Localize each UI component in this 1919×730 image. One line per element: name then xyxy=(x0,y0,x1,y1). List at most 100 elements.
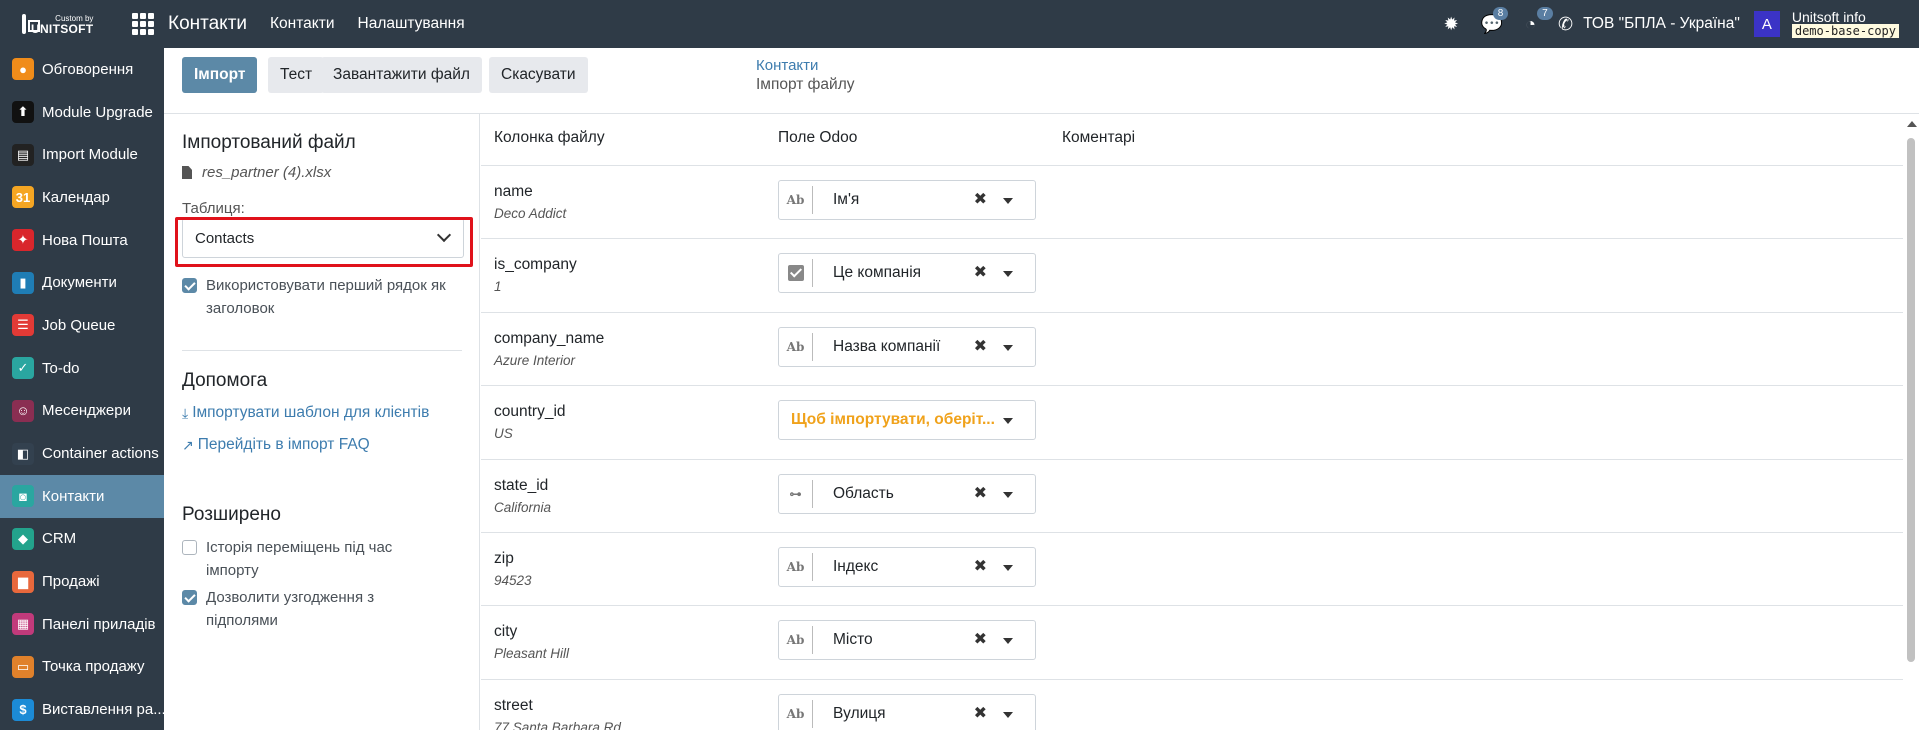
sidebar-item-todo[interactable]: ✓ To-do xyxy=(0,347,164,390)
top-menu-settings[interactable]: Налаштування xyxy=(358,15,465,33)
company-switcher[interactable]: ТОВ "БПЛА - Україна" xyxy=(1583,15,1740,33)
sidebar-item-container[interactable]: ◧ Container actions xyxy=(0,432,164,475)
allow-subfields-checkbox[interactable]: Дозволити узгодження з підполями xyxy=(182,586,442,632)
brand-logo[interactable]: Custom by UNITSOFT xyxy=(0,0,93,48)
checkbox-checked-icon[interactable] xyxy=(182,590,197,605)
clear-icon[interactable]: ✖ xyxy=(974,629,987,649)
sidebar-item-dashboards[interactable]: ▦ Панелі приладів xyxy=(0,603,164,646)
test-button[interactable]: Тест xyxy=(268,57,325,93)
load-file-button[interactable]: Завантажити файл xyxy=(321,57,482,93)
top-navbar: Custom by UNITSOFT Контакти Контакти Нал… xyxy=(0,0,1919,48)
file-column-sample: California xyxy=(494,499,552,515)
caret-down-icon[interactable] xyxy=(1003,344,1013,351)
odoo-field-select[interactable]: Щоб імпортувати, оберіт... xyxy=(778,400,1036,441)
checkbox-unchecked-icon[interactable] xyxy=(182,540,197,555)
phone-icon[interactable]: ✆ xyxy=(1558,14,1573,35)
clear-icon[interactable]: ✖ xyxy=(974,262,987,282)
scrollbar-thumb[interactable] xyxy=(1907,138,1915,662)
imported-file-title: Імпортований файл xyxy=(182,132,356,153)
table-row: name Deco Addict Ab Ім'я ✖ xyxy=(481,165,1903,238)
table-row: zip 94523 Ab Індекс ✖ xyxy=(481,532,1903,605)
odoo-field-label: Вулиця xyxy=(833,704,886,722)
odoo-field-select[interactable]: Це компанія ✖ xyxy=(778,253,1036,294)
file-column-sample: Pleasant Hill xyxy=(494,646,570,662)
caret-down-icon[interactable] xyxy=(1003,491,1013,498)
header-odoo-field: Поле Odoo xyxy=(778,129,858,146)
odoo-field-select[interactable]: Ab Назва компанії ✖ xyxy=(778,326,1036,367)
checkbox-checked-icon[interactable] xyxy=(182,278,197,293)
cancel-button[interactable]: Скасувати xyxy=(489,57,588,93)
sidebar-item-documents[interactable]: ▮ Документи xyxy=(0,261,164,304)
caret-down-icon[interactable] xyxy=(1003,711,1013,718)
advanced-title: Розширено xyxy=(182,504,281,525)
nova-poshta-icon: ✦ xyxy=(12,229,34,252)
messages-icon[interactable]: 💬 8 xyxy=(1481,6,1509,35)
caret-down-icon[interactable] xyxy=(1003,198,1013,204)
odoo-field-label: Це компанія xyxy=(833,264,922,282)
apps-menu-icon[interactable] xyxy=(132,13,154,35)
sidebar-item-invoicing[interactable]: $ Виставлення ра... xyxy=(0,688,164,730)
file-column-sample: 1 xyxy=(494,279,502,295)
sidebar-item-nova-poshta[interactable]: ✦ Нова Пошта xyxy=(0,219,164,262)
user-menu[interactable]: Unitsoft info demo-base-copy xyxy=(1791,10,1899,38)
sidebar-item-calendar[interactable]: 31 Календар xyxy=(0,176,164,219)
table-select[interactable]: Contacts xyxy=(182,218,464,258)
app-title[interactable]: Контакти xyxy=(168,13,247,35)
external-link-icon: ↗ xyxy=(182,436,194,453)
documents-icon: ▮ xyxy=(12,271,34,294)
first-row-header-checkbox[interactable]: Використовувати перший рядок як заголово… xyxy=(182,274,472,320)
clear-icon[interactable]: ✖ xyxy=(974,556,987,576)
vertical-scrollbar[interactable] xyxy=(1903,114,1919,730)
scroll-up-icon[interactable] xyxy=(1907,121,1917,127)
mapping-table: Колонка файлу Поле Odoo Коментарі name De… xyxy=(481,114,1903,730)
sidebar-item-sales[interactable]: ▆ Продажі xyxy=(0,560,164,603)
sidebar-item-pos[interactable]: ▭ Точка продажу xyxy=(0,646,164,689)
sidebar-item-import-module[interactable]: ▤ Import Module xyxy=(0,133,164,176)
file-column-name: is_company xyxy=(494,256,577,274)
filename-text: res_partner (4).xlsx xyxy=(202,164,332,181)
sidebar-item-discuss[interactable]: ● Обговорення xyxy=(0,48,164,91)
odoo-field-label: Область xyxy=(833,484,894,502)
sidebar-item-label: Контакти xyxy=(42,487,105,505)
clear-icon[interactable]: ✖ xyxy=(974,483,987,503)
bug-icon[interactable]: ✹ xyxy=(1444,14,1459,35)
brand-text: Custom by UNITSOFT xyxy=(31,14,93,35)
clear-icon[interactable]: ✖ xyxy=(974,336,987,356)
sidebar-item-crm[interactable]: ◆ CRM xyxy=(0,518,164,561)
sidebar-item-upload[interactable]: ⬆ Module Upgrade xyxy=(0,91,164,134)
odoo-field-select[interactable]: ⊶ Область ✖ xyxy=(778,473,1036,514)
track-history-checkbox[interactable]: Історія переміщень під час імпорту xyxy=(182,536,442,582)
sidebar-item-label: Месенджери xyxy=(42,402,131,420)
file-icon xyxy=(182,166,192,179)
file-column-sample: US xyxy=(494,426,513,442)
clear-icon[interactable]: ✖ xyxy=(974,703,987,723)
boolean-icon xyxy=(779,259,813,288)
activities-badge: 7 xyxy=(1537,6,1553,20)
breadcrumb-parent[interactable]: Контакти xyxy=(756,57,818,74)
caret-down-icon[interactable] xyxy=(1003,638,1013,645)
sidebar-item-messengers[interactable]: ☺ Месенджери xyxy=(0,390,164,433)
import-options-panel: Імпортований файл res_partner (4).xlsx Т… xyxy=(164,114,480,730)
clear-icon[interactable]: ✖ xyxy=(974,189,987,209)
caret-down-icon[interactable] xyxy=(1003,418,1013,425)
caret-down-icon[interactable] xyxy=(1003,271,1013,278)
sidebar-item-label: CRM xyxy=(42,530,77,548)
odoo-field-select[interactable]: Ab Ім'я ✖ xyxy=(778,180,1036,220)
odoo-field-select[interactable]: Ab Вулиця ✖ xyxy=(778,693,1036,730)
template-download-link[interactable]: ⤓ Імпортувати шаблон для клієнтів xyxy=(182,404,429,422)
caret-down-icon[interactable] xyxy=(1003,565,1013,571)
import-button[interactable]: Імпорт xyxy=(182,57,258,93)
sidebar-item-contacts[interactable]: ◙ Контакти xyxy=(0,474,164,518)
avatar[interactable]: A xyxy=(1753,11,1780,37)
allow-subfields-label: Дозволити узгодження з підполями xyxy=(206,589,375,629)
odoo-field-warning: Щоб імпортувати, оберіт... xyxy=(791,411,995,429)
odoo-field-select[interactable]: Ab Індекс ✖ xyxy=(778,547,1036,587)
import-faq-link[interactable]: ↗ Перейдіть в імпорт FAQ xyxy=(182,436,370,454)
navbar-systray: ✹ 💬 8 ◔ 7 ✆ ТОВ "БПЛА - Україна" A Unitsof… xyxy=(1444,0,1919,48)
activities-icon[interactable]: ◔ 7 xyxy=(1525,6,1553,35)
calendar-icon: 31 xyxy=(12,186,34,209)
top-menu-contacts[interactable]: Контакти xyxy=(270,15,334,33)
sidebar-item-job-queue[interactable]: ☰ Job Queue xyxy=(0,304,164,347)
sidebar-item-label: Нова Пошта xyxy=(42,231,128,249)
odoo-field-select[interactable]: Ab Місто ✖ xyxy=(778,620,1036,661)
